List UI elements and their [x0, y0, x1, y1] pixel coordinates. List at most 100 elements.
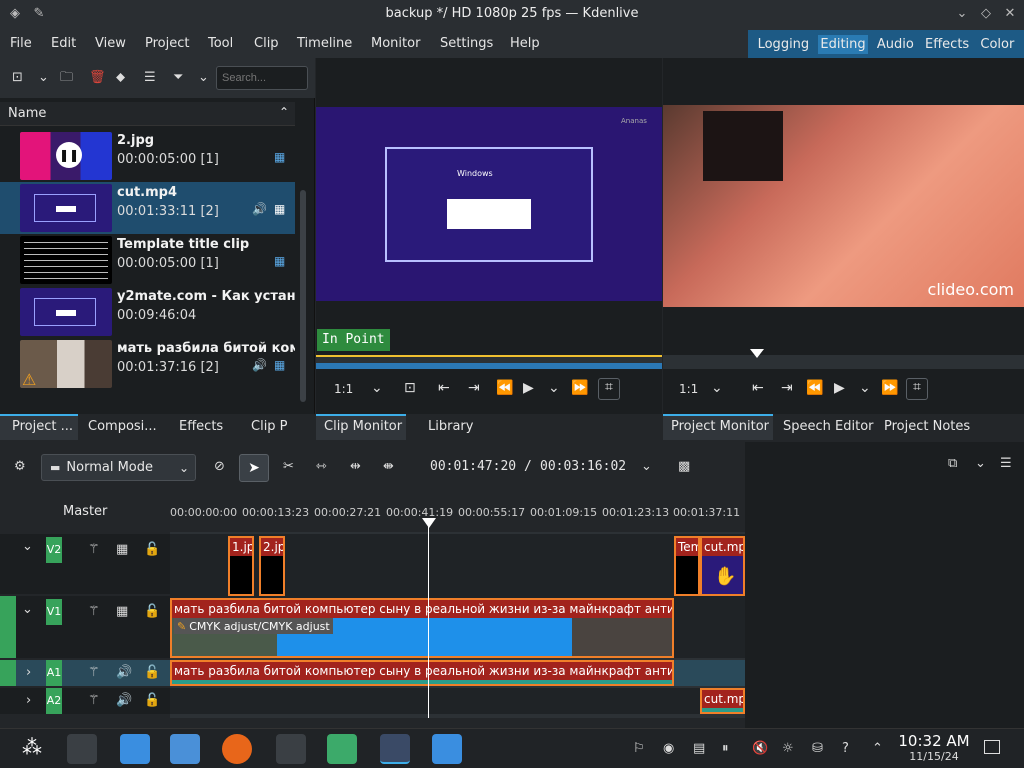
- notification-icon[interactable]: ⚐: [633, 741, 645, 757]
- fast-forward-icon[interactable]: ⏩: [571, 380, 588, 396]
- link-icon[interactable]: ⧉: [948, 456, 957, 472]
- tab-speech-editor[interactable]: Speech Editor: [783, 414, 874, 440]
- layout-logging[interactable]: Logging: [756, 35, 812, 54]
- track-lane-a2[interactable]: [170, 688, 745, 714]
- cut-tool-icon[interactable]: ✂: [283, 459, 294, 475]
- layout-color[interactable]: Color: [978, 35, 1016, 54]
- zoom-value[interactable]: 1:1: [334, 382, 353, 396]
- timeline-playhead[interactable]: [428, 518, 429, 718]
- speaker-icon[interactable]: 🔊: [116, 665, 132, 681]
- menu-tool[interactable]: Tool: [208, 36, 233, 51]
- slip-tool-icon[interactable]: ⇼: [383, 459, 394, 475]
- timeline-clip[interactable]: мать разбила битой компьютер сыну в реал…: [170, 660, 674, 686]
- fast-forward-icon[interactable]: ⏩: [881, 380, 898, 396]
- chevron-down-icon[interactable]: ⌄: [371, 380, 383, 396]
- chevron-down-icon[interactable]: ⌄: [975, 456, 986, 472]
- chevron-down-icon[interactable]: ⌄: [22, 602, 33, 618]
- track-header-a1[interactable]: › A1 ⚚ 🔊 🔓: [0, 660, 170, 686]
- zoom-value[interactable]: 1:1: [679, 382, 698, 396]
- tab-compositions[interactable]: Composi...: [88, 414, 157, 440]
- chevron-down-icon[interactable]: ⌄: [641, 459, 652, 475]
- set-out-icon[interactable]: ⇥: [468, 380, 480, 396]
- crop-icon[interactable]: ⌗: [598, 378, 620, 400]
- tab-library[interactable]: Library: [428, 414, 473, 440]
- text-editor-icon[interactable]: [432, 734, 462, 764]
- rewind-icon[interactable]: ⏪: [806, 380, 823, 396]
- layout-effects[interactable]: Effects: [923, 35, 971, 54]
- set-in-icon[interactable]: ⇤: [752, 380, 764, 396]
- chevron-down-icon[interactable]: ⌄: [38, 70, 49, 86]
- set-out-icon[interactable]: ⇥: [781, 380, 793, 396]
- timeline-clip[interactable]: Tem: [674, 536, 700, 596]
- track-header-a2[interactable]: › A2 ⚚ 🔊 🔓: [0, 688, 170, 714]
- clipboard-icon[interactable]: ▤: [693, 741, 705, 757]
- clip-monitor-ruler[interactable]: [316, 355, 662, 369]
- chevron-down-icon[interactable]: ⌄: [711, 380, 723, 396]
- minimize-icon[interactable]: ⌄: [953, 5, 971, 23]
- menu-view[interactable]: View: [95, 36, 126, 51]
- bin-clip-item[interactable]: Template title clip 00:00:05:00 [1] ▦: [0, 234, 295, 286]
- track-header-v2[interactable]: ⌄ V2 ⚚ ▦ 🔓: [0, 534, 170, 594]
- menu-timeline[interactable]: Timeline: [297, 36, 352, 51]
- menu-lines-icon[interactable]: ☰: [1000, 456, 1012, 472]
- bin-clip-item[interactable]: ❚❚ 2.jpg 00:00:05:00 [1] ▦: [0, 130, 295, 182]
- set-in-icon[interactable]: ⇤: [438, 380, 450, 396]
- storage-icon[interactable]: ⛁: [812, 741, 823, 757]
- timeline-position[interactable]: 00:01:47:20: [430, 459, 516, 474]
- media-pause-icon[interactable]: ⏸: [722, 741, 729, 757]
- timeline-clip[interactable]: мать разбила битой компьютер сыну в реал…: [170, 598, 674, 658]
- tag-icon[interactable]: ⬥: [116, 70, 125, 86]
- timeline-ruler[interactable]: 00:00:00:00 00:00:13:23 00:00:27:21 00:0…: [170, 492, 745, 532]
- firefox-icon[interactable]: [222, 734, 252, 764]
- chevron-down-icon[interactable]: ⌄: [22, 539, 33, 555]
- timeline-clip[interactable]: 1.jpg: [228, 536, 254, 596]
- timeline-clip[interactable]: cut.mp4 ✋: [700, 536, 745, 596]
- film-icon[interactable]: ▦: [116, 542, 128, 558]
- chevron-down-icon[interactable]: ⌄: [198, 70, 209, 86]
- app-launcher-icon[interactable]: ⁂: [22, 735, 42, 759]
- clip-monitor-video[interactable]: Ananas Windows: [316, 107, 662, 301]
- chevron-down-icon[interactable]: ⌄: [548, 380, 560, 396]
- project-monitor-ruler[interactable]: [663, 349, 1024, 369]
- tab-clip-properties[interactable]: Clip P: [251, 414, 288, 440]
- grid-icon[interactable]: ▩: [678, 459, 690, 475]
- show-desktop-icon[interactable]: [984, 740, 1000, 754]
- spacer-tool-icon[interactable]: ⇿: [316, 459, 327, 475]
- filter-icon[interactable]: ⏷: [173, 70, 183, 86]
- layout-editing[interactable]: Editing: [818, 34, 868, 54]
- lock-icon[interactable]: 🔓: [144, 665, 160, 681]
- settings-sliders-icon[interactable]: ⚙: [14, 459, 26, 475]
- effect-wand-icon[interactable]: ⚚: [88, 604, 100, 620]
- system-settings-icon[interactable]: [67, 734, 97, 764]
- menu-clip[interactable]: Clip: [254, 36, 279, 51]
- bin-column-header[interactable]: Name ⌃: [0, 102, 295, 126]
- discord-icon[interactable]: ◉: [663, 741, 674, 757]
- help-icon[interactable]: ?: [842, 741, 849, 757]
- master-label[interactable]: Master: [63, 504, 107, 519]
- film-icon[interactable]: ▦: [116, 604, 128, 620]
- rewind-icon[interactable]: ⏪: [496, 380, 513, 396]
- ripple-tool-icon[interactable]: ⇹: [350, 459, 361, 475]
- search-input[interactable]: [216, 66, 308, 90]
- bin-clip-item[interactable]: cut.mp4 00:01:33:11 [2] 🔊 ▦: [0, 182, 295, 234]
- add-clip-icon[interactable]: ⊡: [12, 70, 23, 86]
- menu-edit[interactable]: Edit: [51, 36, 76, 51]
- tab-effects[interactable]: Effects: [179, 414, 223, 440]
- tab-project-bin[interactable]: Project ...: [0, 414, 78, 440]
- layout-audio[interactable]: Audio: [875, 35, 916, 54]
- project-monitor-video[interactable]: clideo.com: [663, 105, 1024, 307]
- effect-wand-icon[interactable]: ⚚: [88, 665, 100, 681]
- timeline-area[interactable]: 00:00:00:00 00:00:13:23 00:00:27:21 00:0…: [170, 492, 745, 718]
- volume-muted-icon[interactable]: 🔇: [752, 741, 768, 757]
- menu-lines-icon[interactable]: ☰: [144, 70, 156, 86]
- track-header-v1[interactable]: ⌄ V1 ⚚ ▦ 🔓: [0, 596, 170, 658]
- brightness-icon[interactable]: ☼: [782, 741, 794, 757]
- playhead-marker[interactable]: [422, 518, 436, 528]
- file-manager-icon[interactable]: [170, 734, 200, 764]
- tab-project-monitor[interactable]: Project Monitor: [663, 414, 773, 440]
- clock-date[interactable]: 11/15/24: [898, 750, 970, 763]
- delete-icon[interactable]: 🗑: [89, 70, 106, 86]
- document-icon[interactable]: [327, 734, 357, 764]
- chevron-up-icon[interactable]: ⌃: [872, 741, 883, 757]
- tab-clip-monitor[interactable]: Clip Monitor: [316, 414, 406, 440]
